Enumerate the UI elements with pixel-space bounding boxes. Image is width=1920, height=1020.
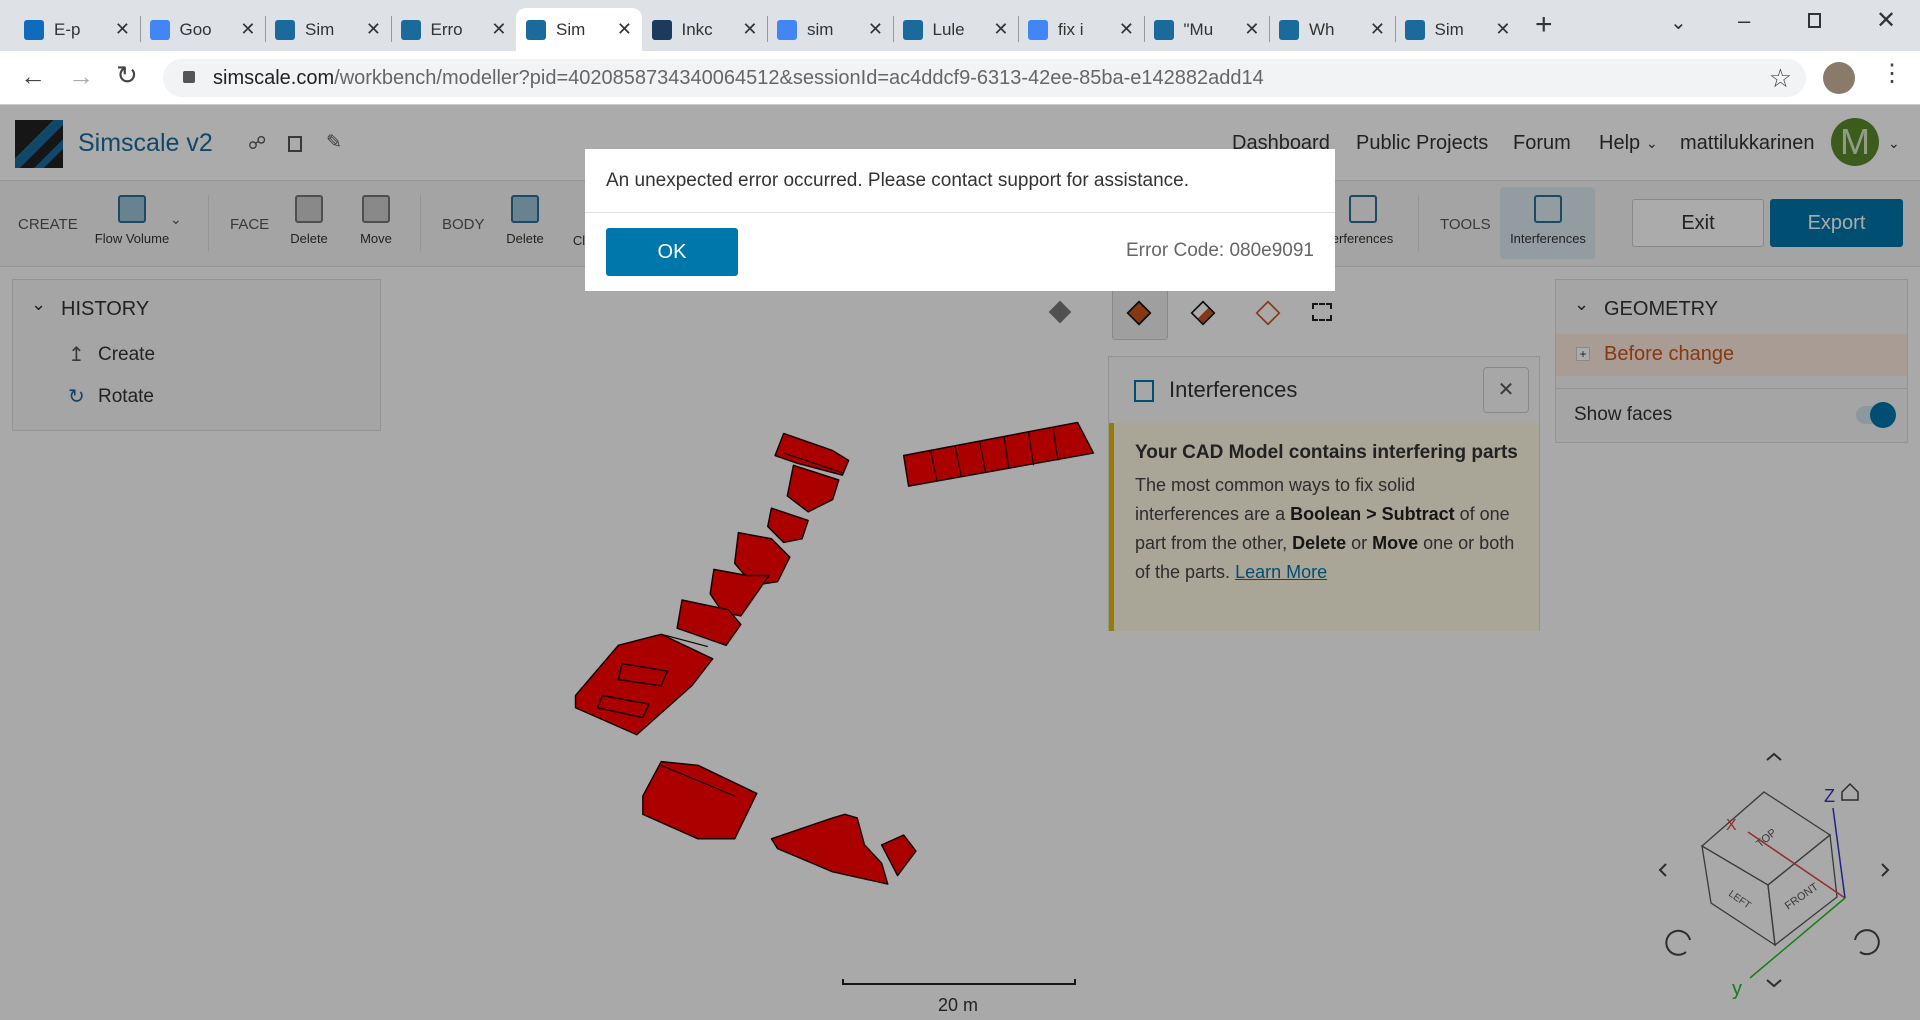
- error-code: Error Code: 080e9091: [1125, 240, 1314, 261]
- error-dialog: An unexpected error occurred. Please con…: [585, 149, 1335, 291]
- ok-button[interactable]: OK: [606, 228, 738, 276]
- error-message: An unexpected error occurred. Please con…: [606, 170, 1189, 191]
- divider: [585, 212, 1335, 213]
